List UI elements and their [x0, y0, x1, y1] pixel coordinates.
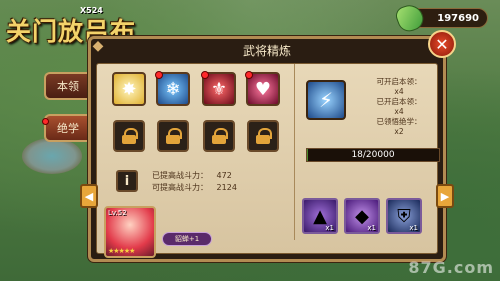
next-hero-button[interactable]: ▶	[436, 184, 454, 208]
currency-value: 197690	[437, 12, 479, 24]
material-slot-1[interactable]: ▲ x1	[302, 198, 338, 234]
watermark: 87G.com	[408, 258, 494, 277]
right-stat-3: 已领悟绝学： x2	[376, 117, 422, 136]
hero-stars: ★★★★★	[108, 247, 135, 255]
max-power-stat: 已提高战斗力： 472	[152, 171, 232, 180]
skill-slot-1[interactable]: ✸	[112, 72, 146, 106]
corner-ornament-icon: ◆	[92, 38, 104, 54]
fountain-decoration	[22, 138, 82, 174]
crimson-wing-skill-icon: ⚜	[210, 78, 228, 100]
tab-ultimate[interactable]: 绝学	[42, 114, 90, 142]
right-stat-2: 已开启本领： x4	[376, 97, 422, 116]
panel-divider	[294, 64, 295, 240]
alert-dot-icon	[201, 71, 209, 79]
lock-icon	[166, 128, 182, 144]
right-arrow-icon: ▶	[440, 189, 450, 203]
locked-slot-2[interactable]	[157, 120, 189, 152]
prev-hero-button[interactable]: ◀	[80, 184, 98, 208]
material-slot-2[interactable]: ◆ x1	[344, 198, 380, 234]
heart-skill-icon: ♥	[254, 78, 272, 100]
locked-slot-1[interactable]	[113, 120, 145, 152]
lock-icon	[256, 128, 272, 144]
lock-icon	[122, 128, 138, 144]
tab-skills[interactable]: 本领	[44, 72, 90, 100]
right-stat-1: 可开启本领： x4	[376, 77, 422, 96]
lock-icon	[212, 128, 228, 144]
sun-burst-skill-icon: ✸	[121, 78, 137, 100]
selected-skill[interactable]: ⚡	[306, 80, 346, 120]
player-level: X524	[80, 6, 103, 15]
close-button[interactable]: ✕	[428, 30, 456, 58]
currency-display[interactable]: 197690	[393, 1, 488, 35]
left-arrow-icon: ◀	[84, 189, 94, 203]
panel-title: 武将精炼	[242, 44, 291, 58]
alert-dot-icon	[245, 71, 253, 79]
refine-progress-bar: 18/20000	[306, 148, 440, 162]
material-slot-3[interactable]: ⛨ x1	[386, 198, 422, 234]
close-icon: ✕	[435, 34, 449, 54]
skill-slot-2[interactable]: ❄	[155, 71, 190, 106]
ice-slash-skill-icon: ⚡	[318, 88, 334, 112]
progress-text: 18/20000	[351, 150, 395, 160]
info-icon: i	[124, 173, 130, 189]
hero-name-badge: 貂蝉+1	[162, 232, 212, 246]
locked-slot-4[interactable]	[247, 120, 279, 152]
info-button[interactable]: i	[116, 170, 138, 192]
hero-avatar[interactable]: Lv.52 ★★★★★	[104, 206, 156, 258]
tab-ultimate-label: 绝学	[57, 122, 79, 135]
ice-crystal-skill-icon: ❄	[165, 78, 181, 100]
hero-level: Lv.52	[108, 209, 127, 217]
tab-skills-label: 本领	[57, 80, 79, 93]
skill-slot-4[interactable]: ♥	[245, 71, 280, 106]
skill-slot-3[interactable]: ⚜	[201, 71, 236, 106]
locked-slot-3[interactable]	[203, 120, 235, 152]
alert-dot-icon	[42, 118, 49, 125]
alert-dot-icon	[155, 71, 163, 79]
power-stat: 可提高战斗力： 2124	[152, 183, 237, 192]
